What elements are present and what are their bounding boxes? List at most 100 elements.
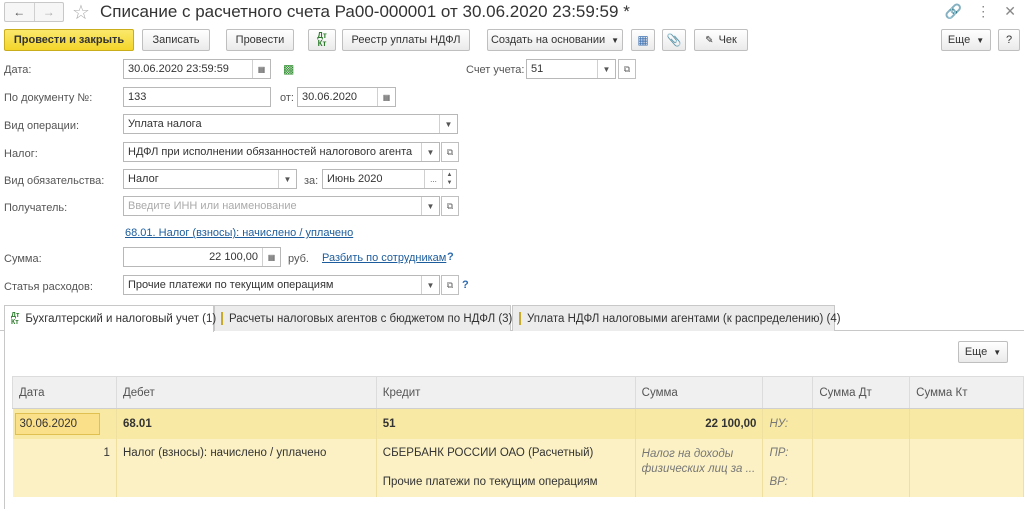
help-icon[interactable]: ? xyxy=(462,279,469,291)
date-value: 30.06.2020 23:59:59 xyxy=(128,63,229,75)
save-button[interactable]: Записать xyxy=(142,29,210,51)
forward-arrow-icon[interactable]: → xyxy=(33,3,64,21)
link-icon[interactable]: 🔗 xyxy=(945,3,962,20)
row-amount-dt-nu[interactable] xyxy=(812,408,911,439)
col-credit[interactable]: Кредит xyxy=(375,376,636,409)
row-line-number: 1 xyxy=(12,438,117,468)
doc-number-field[interactable]: 133 xyxy=(123,87,271,107)
row-nu-label: НУ: xyxy=(762,408,814,439)
more-vertical-icon[interactable]: ⋮ xyxy=(976,3,990,20)
row-credit-subconto-1[interactable]: СБЕРБАНК РОССИИ ОАО (Расчетный) xyxy=(376,438,636,468)
period-field[interactable]: Июнь 2020 ... ▲ ▼ xyxy=(322,169,457,189)
recipient-placeholder: Введите ИНН или наименование xyxy=(128,200,297,212)
row-amount-dt-pr[interactable] xyxy=(812,438,911,468)
post-button[interactable]: Провести xyxy=(226,29,294,51)
close-icon[interactable]: ✕ xyxy=(1004,3,1016,20)
row-content-line-1: Налог на доходы xyxy=(641,447,734,460)
open-tax-icon[interactable]: ⧉ xyxy=(441,142,459,162)
row-debit[interactable]: 68.01 xyxy=(116,408,377,439)
doc-date-field[interactable]: 30.06.2020 ▦ xyxy=(297,87,396,107)
chevron-down-icon: ▼ xyxy=(976,35,985,45)
col-debit[interactable]: Дебет xyxy=(115,376,377,409)
row-amount-dt-vr[interactable] xyxy=(812,467,911,497)
open-expense-icon[interactable]: ⧉ xyxy=(441,275,459,295)
amount-field[interactable]: 22 100,00 ▦ xyxy=(123,247,281,267)
calculator-icon[interactable]: ▦ xyxy=(262,248,280,266)
col-amount[interactable]: Сумма xyxy=(634,376,764,409)
operation-field[interactable]: Уплата налога ▼ xyxy=(123,114,458,134)
help-button[interactable]: ? xyxy=(998,29,1020,51)
doc-number-value: 133 xyxy=(128,91,147,103)
account-link[interactable]: 68.01. Налог (взносы): начислено / уплач… xyxy=(125,227,353,239)
row-amount-kt-vr[interactable] xyxy=(909,467,1024,497)
chevron-down-icon[interactable]: ▼ xyxy=(421,197,439,215)
entries-table: Дата Дебет Кредит Сумма Сумма Дт Сумма К… xyxy=(12,376,1024,497)
print-form-button[interactable]: ▦ xyxy=(631,29,655,51)
tax-label: Налог: xyxy=(4,148,38,160)
document-icon xyxy=(519,312,521,325)
receipt-button[interactable]: ✎ Чек xyxy=(694,29,748,51)
back-arrow-icon[interactable]: ← xyxy=(5,3,34,21)
row-debit-subconto[interactable]: Налог (взносы): начислено / уплачено xyxy=(116,438,377,468)
calendar-icon[interactable]: ▦ xyxy=(252,60,270,78)
receipt-icon: ✎ xyxy=(705,34,714,46)
help-icon[interactable]: ? xyxy=(447,251,454,263)
period-value: Июнь 2020 xyxy=(327,173,383,185)
col-amount-dt[interactable]: Сумма Дт xyxy=(812,376,911,409)
edit-date-icon[interactable]: ▩ xyxy=(283,62,294,76)
tax-field[interactable]: НДФЛ при исполнении обязанностей налогов… xyxy=(123,142,440,162)
attach-button[interactable]: 📎 xyxy=(662,29,686,51)
dt-kt-button[interactable]: Дт Кт xyxy=(308,29,336,51)
row-credit[interactable]: 51 xyxy=(376,408,636,439)
navigation-buttons: ← → xyxy=(4,2,64,22)
obligation-value: Налог xyxy=(128,173,159,185)
account-field[interactable]: 51 ▼ xyxy=(526,59,616,79)
amount-label: Сумма: xyxy=(4,253,42,265)
paperclip-icon: 📎 xyxy=(666,33,682,47)
doc-number-label: По документу №: xyxy=(4,92,93,104)
table-row[interactable]: 30.06.2020 68.01 51 22 100,00 НУ: xyxy=(12,408,1024,439)
tab-ndfl-settlements-label: Расчеты налоговых агентов с бюджетом по … xyxy=(229,312,513,325)
row-content[interactable]: Налог на доходы физических лиц за ... xyxy=(635,438,764,497)
split-by-employees-link[interactable]: Разбить по сотрудникам xyxy=(322,252,446,264)
date-field[interactable]: 30.06.2020 23:59:59 ▦ xyxy=(123,59,271,79)
page-title: Списание с расчетного счета Ра00-000001 … xyxy=(100,2,630,21)
tab-accounting[interactable]: Дт Кт Бухгалтерский и налоговый учет (1) xyxy=(4,305,216,332)
chevron-down-icon[interactable]: ▼ xyxy=(597,60,615,78)
more-button[interactable]: Еще ▼ xyxy=(941,29,991,51)
operation-value: Уплата налога xyxy=(128,118,202,130)
table-more-button[interactable]: Еще ▼ xyxy=(958,341,1008,363)
calendar-icon[interactable]: ▦ xyxy=(377,88,395,106)
ellipsis-icon[interactable]: ... xyxy=(424,170,442,188)
table-row[interactable]: 1 Налог (взносы): начислено / уплачено С… xyxy=(12,438,1024,497)
account-label: Счет учета: xyxy=(466,64,525,76)
ndfl-registry-button[interactable]: Реестр уплаты НДФЛ xyxy=(342,29,470,51)
tab-ndfl-payment[interactable]: Уплата НДФЛ налоговыми агентами (к распр… xyxy=(512,305,841,331)
account-value: 51 xyxy=(531,63,544,75)
favorite-star-icon[interactable]: ☆ xyxy=(72,0,90,25)
col-amount-kt[interactable]: Сумма Кт xyxy=(909,376,1024,409)
obligation-field[interactable]: Налог ▼ xyxy=(123,169,297,189)
row-amount-kt-nu[interactable] xyxy=(909,408,1024,439)
spin-icon[interactable]: ▲ ▼ xyxy=(442,170,456,188)
open-recipient-icon[interactable]: ⧉ xyxy=(441,196,459,216)
chevron-down-icon[interactable]: ▼ xyxy=(421,143,439,161)
expense-field[interactable]: Прочие платежи по текущим операциям ▼ xyxy=(123,275,440,295)
chevron-down-icon[interactable]: ▼ xyxy=(421,276,439,294)
chevron-down-icon[interactable]: ▼ xyxy=(439,115,457,133)
expense-value: Прочие платежи по текущим операциям xyxy=(128,279,334,291)
row-date[interactable]: 30.06.2020 xyxy=(14,412,101,435)
col-tax-type[interactable] xyxy=(762,376,814,409)
row-amount-kt-pr[interactable] xyxy=(909,438,1024,468)
table-row[interactable]: Прочие платежи по текущим операциям ВР: xyxy=(12,467,1024,497)
open-account-icon[interactable]: ⧉ xyxy=(618,59,636,79)
col-date[interactable]: Дата xyxy=(12,376,117,409)
post-and-close-button[interactable]: Провести и закрыть xyxy=(4,29,134,51)
tab-ndfl-settlements[interactable]: Расчеты налоговых агентов с бюджетом по … xyxy=(214,305,513,331)
row-amount[interactable]: 22 100,00 xyxy=(635,408,764,439)
create-based-on-button[interactable]: Создать на основании ▼ xyxy=(487,29,623,51)
create-based-on-label: Создать на основании xyxy=(490,34,606,46)
chevron-down-icon[interactable]: ▼ xyxy=(278,170,296,188)
recipient-field[interactable]: Введите ИНН или наименование ▼ xyxy=(123,196,440,216)
row-credit-subconto-2[interactable]: Прочие платежи по текущим операциям xyxy=(376,467,636,497)
